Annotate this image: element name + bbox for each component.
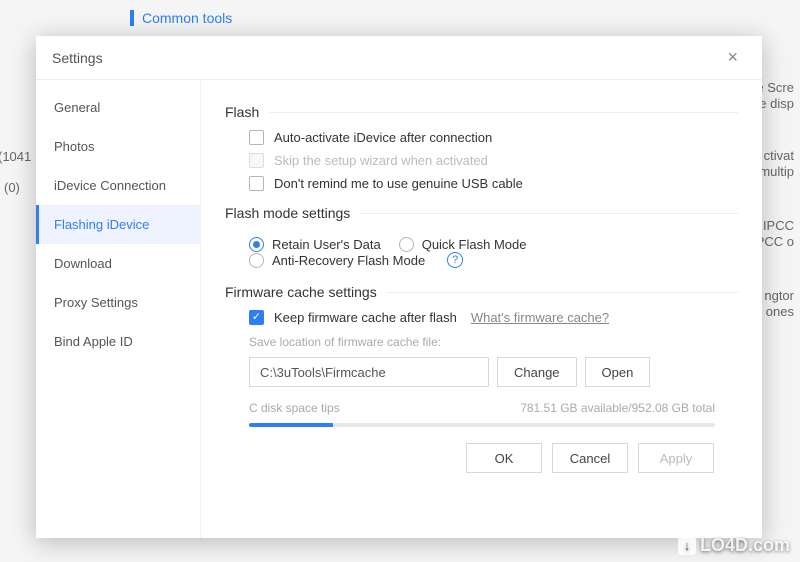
radio-icon (399, 237, 414, 252)
sidebar-item-label: Bind Apple ID (54, 334, 133, 349)
sidebar-item-label: Flashing iDevice (54, 217, 149, 232)
cancel-button[interactable]: Cancel (552, 443, 628, 473)
dialog-footer: OK Cancel Apply (225, 427, 738, 491)
sidebar-item-proxy-settings[interactable]: Proxy Settings (36, 283, 200, 322)
sidebar-item-idevice-connection[interactable]: iDevice Connection (36, 166, 200, 205)
sidebar-item-label: Download (54, 256, 112, 271)
section-title-flash: Flash (225, 104, 738, 120)
sidebar-item-general[interactable]: General (36, 88, 200, 127)
sidebar-item-flashing-idevice[interactable]: Flashing iDevice (36, 205, 200, 244)
disk-space-value: 781.51 GB available/952.08 GB total (520, 401, 715, 415)
bg-text: ctivat (764, 148, 794, 163)
close-icon[interactable]: × (719, 43, 746, 72)
settings-sidebar: General Photos iDevice Connection Flashi… (36, 80, 201, 538)
dialog-header: Settings × (36, 36, 762, 80)
checkbox-label: Don't remind me to use genuine USB cable (274, 176, 523, 191)
download-icon: ↓ (678, 537, 696, 555)
bg-text: e disp (759, 96, 794, 111)
link-whats-firmware-cache[interactable]: What's firmware cache? (471, 310, 609, 325)
radio-icon (249, 253, 264, 268)
radio-label: Anti-Recovery Flash Mode (272, 253, 425, 268)
sidebar-item-label: iDevice Connection (54, 178, 166, 193)
bg-text: multip (759, 164, 794, 179)
checkbox-label: Keep firmware cache after flash (274, 310, 457, 325)
radio-anti-recovery-flash-mode[interactable]: Anti-Recovery Flash Mode (249, 253, 425, 268)
bg-text: (0) (4, 180, 20, 195)
checkbox-label: Auto-activate iDevice after connection (274, 130, 492, 145)
bg-text: ngtor (764, 288, 794, 303)
sidebar-item-photos[interactable]: Photos (36, 127, 200, 166)
settings-content: Flash Auto-activate iDevice after connec… (201, 80, 762, 538)
section-title-firmware-cache: Firmware cache settings (225, 284, 738, 300)
open-button[interactable]: Open (585, 357, 651, 387)
radio-label: Quick Flash Mode (422, 237, 527, 252)
checkbox-auto-activate[interactable] (249, 130, 264, 145)
dialog-title: Settings (52, 50, 103, 66)
bg-text: ones (766, 304, 794, 319)
sidebar-item-label: General (54, 100, 100, 115)
radio-label: Retain User's Data (272, 237, 381, 252)
bg-common-tools: Common tools (130, 10, 232, 26)
save-location-label: Save location of firmware cache file: (225, 329, 738, 353)
change-button[interactable]: Change (497, 357, 577, 387)
disk-tips-label: C disk space tips (249, 401, 340, 415)
bg-text: e Scre (756, 80, 794, 95)
watermark: ↓ LO4D.com (678, 535, 790, 556)
bg-text: IPCC (763, 218, 794, 233)
help-icon[interactable]: ? (447, 252, 463, 268)
sidebar-item-bind-apple-id[interactable]: Bind Apple ID (36, 322, 200, 361)
checkbox-skip-wizard (249, 153, 264, 168)
sidebar-item-download[interactable]: Download (36, 244, 200, 283)
radio-icon (249, 237, 264, 252)
sidebar-item-label: Proxy Settings (54, 295, 138, 310)
firmware-cache-path-input[interactable] (249, 357, 489, 387)
settings-dialog: Settings × General Photos iDevice Connec… (36, 36, 762, 538)
radio-quick-flash-mode[interactable]: Quick Flash Mode (399, 237, 527, 252)
checkbox-label: Skip the setup wizard when activated (274, 153, 488, 168)
section-title-flash-mode: Flash mode settings (225, 205, 738, 221)
sidebar-item-label: Photos (54, 139, 94, 154)
bg-text: (1041 (0, 149, 31, 164)
apply-button: Apply (638, 443, 714, 473)
ok-button[interactable]: OK (466, 443, 542, 473)
checkbox-dont-remind-cable[interactable] (249, 176, 264, 191)
radio-retain-users-data[interactable]: Retain User's Data (249, 237, 381, 252)
checkbox-keep-firmware-cache[interactable] (249, 310, 264, 325)
